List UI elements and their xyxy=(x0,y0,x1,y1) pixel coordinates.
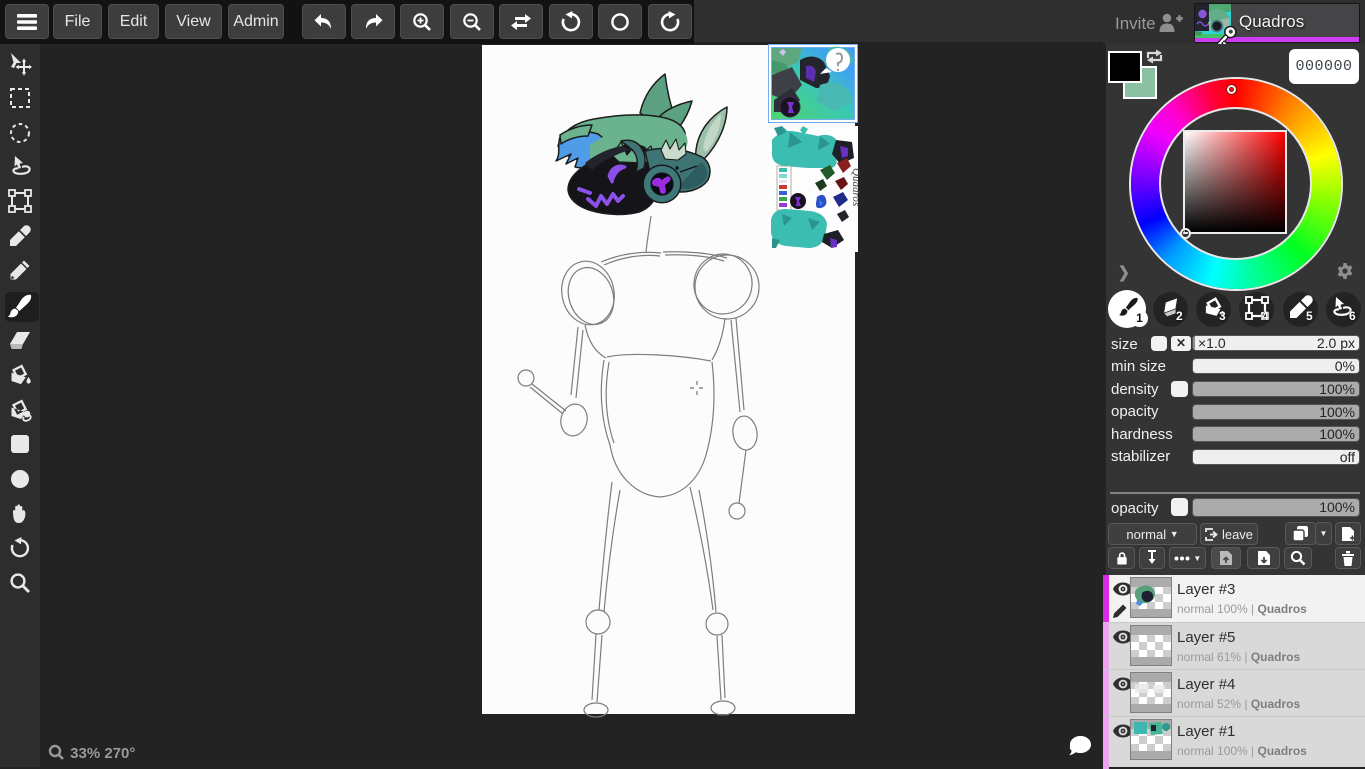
svg-text:Quadros: Quadros xyxy=(850,168,862,206)
